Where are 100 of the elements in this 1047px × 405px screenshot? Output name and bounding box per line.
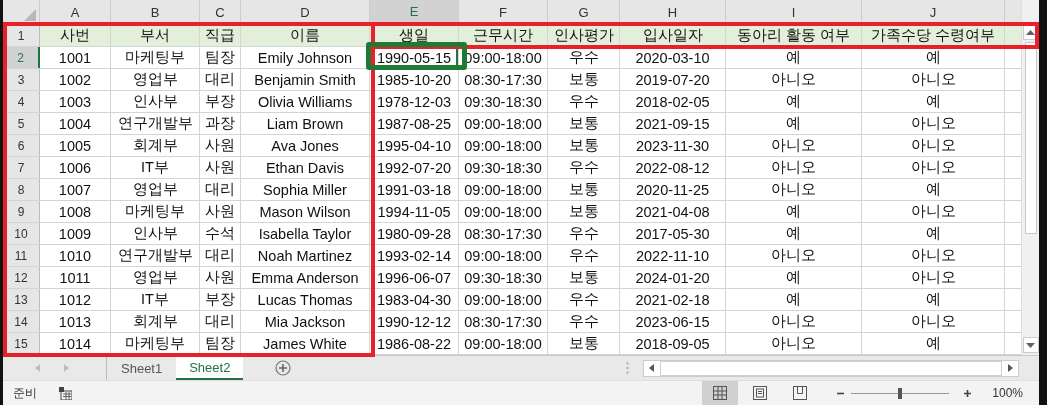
table-cell: 1003 [40, 91, 111, 112]
table-cell: 09:30-18:30 [459, 91, 548, 112]
table-cell: 예 [726, 201, 862, 222]
table-cell: 아니오 [862, 245, 1005, 266]
table-cell: 영업부 [111, 267, 200, 288]
table-cell: 1004 [40, 113, 111, 134]
table-cell: 회계부 [111, 311, 200, 332]
table-cell: 2023-11-30 [620, 135, 726, 156]
table-cell: Lucas Thomas [241, 289, 370, 310]
scroll-left-icon[interactable] [649, 364, 654, 372]
table-cell: Liam Brown [241, 113, 370, 134]
table-cell: 2023-06-15 [620, 311, 726, 332]
table-cell: 팀장 [200, 333, 241, 354]
zoom-in-icon[interactable] [963, 388, 973, 398]
header-cell: 이름 [241, 25, 370, 46]
table-cell: 마케팅부 [111, 201, 200, 222]
column-header[interactable]: J [862, 0, 1005, 24]
zoom-level[interactable]: 100% [992, 386, 1023, 400]
table-cell: 08:30-17:30 [459, 311, 548, 332]
table-cell: 대리 [200, 311, 241, 332]
table-cell: 1011 [40, 267, 111, 288]
table-cell: 영업부 [111, 69, 200, 90]
table-cell: 과장 [200, 113, 241, 134]
scroll-down-button[interactable] [1022, 337, 1039, 353]
table-cell: 사원 [200, 267, 241, 288]
table-cell: 예 [862, 91, 1005, 112]
table-cell: 사원 [200, 157, 241, 178]
table-cell: 1993-02-14 [370, 245, 459, 266]
table-cell: 2021-04-08 [620, 201, 726, 222]
sheet-tab[interactable]: Sheet1 [107, 356, 177, 380]
table-cell: 09:00-18:00 [459, 179, 548, 200]
table-cell: Sophia Miller [241, 179, 370, 200]
table-cell: 보통 [548, 113, 620, 134]
column-header[interactable]: E [370, 0, 459, 24]
table-cell: 보통 [548, 201, 620, 222]
table-cell: 우수 [548, 223, 620, 244]
table-cell: 아니오 [726, 179, 862, 200]
table-cell: 아니오 [862, 267, 1005, 288]
table-cell: 1005 [40, 135, 111, 156]
table-cell: 2018-02-05 [620, 91, 726, 112]
grid-icon [713, 386, 728, 400]
column-header[interactable]: G [548, 0, 620, 24]
table-cell: 보통 [548, 179, 620, 200]
table-cell: 아니오 [726, 157, 862, 178]
table-cell: 1986-08-22 [370, 333, 459, 354]
table-cell: 2021-09-15 [620, 113, 726, 134]
table-cell: 아니오 [726, 69, 862, 90]
table-cell: 보통 [548, 135, 620, 156]
table-cell: Benjamin Smith [241, 69, 370, 90]
scrollbar-thumb[interactable] [1024, 42, 1037, 234]
table-cell: Noah Martinez [241, 245, 370, 266]
table-cell: 예 [862, 47, 1005, 68]
table-cell: 예 [862, 333, 1005, 354]
table-cell: Emma Anderson [241, 267, 370, 288]
table-cell: 마케팅부 [111, 47, 200, 68]
table-cell: 사원 [200, 201, 241, 222]
add-sheet-icon[interactable] [275, 360, 292, 376]
table-cell: 1990-05-15 [370, 47, 459, 68]
column-header[interactable]: A [40, 0, 111, 24]
column-header[interactable]: C [200, 0, 241, 24]
header-cell: 직급 [200, 25, 241, 46]
scroll-right-icon[interactable] [1008, 364, 1013, 372]
column-header[interactable]: B [111, 0, 200, 24]
table-cell: James White [241, 333, 370, 354]
splitter-handle-icon[interactable] [626, 362, 629, 374]
table-cell: 우수 [548, 311, 620, 332]
column-header[interactable]: I [726, 0, 862, 24]
table-cell: 1007 [40, 179, 111, 200]
table-cell: 09:00-18:00 [459, 245, 548, 266]
sheet-tab[interactable]: Sheet2 [176, 356, 244, 380]
triangle-icon [24, 9, 36, 21]
table-cell: 마케팅부 [111, 333, 200, 354]
table-cell: 아니오 [726, 311, 862, 332]
table-cell: Ava Jones [241, 135, 370, 156]
table-cell: Emily Johnson [241, 47, 370, 68]
table-cell: 예 [726, 289, 862, 310]
normal-view-button[interactable] [702, 381, 739, 405]
table-cell: 예 [862, 179, 1005, 200]
table-cell: 대리 [200, 69, 241, 90]
table-cell: 1990-12-12 [370, 311, 459, 332]
table-cell: 보통 [548, 333, 620, 354]
page-break-icon [793, 386, 808, 400]
column-header[interactable]: H [620, 0, 726, 24]
table-cell: 2020-11-25 [620, 179, 726, 200]
table-cell: 1013 [40, 311, 111, 332]
table-cell: 예 [726, 47, 862, 68]
macro-record-icon[interactable] [59, 386, 72, 400]
table-cell: 1978-12-03 [370, 91, 459, 112]
table-cell: 1009 [40, 223, 111, 244]
table-cell: 1008 [40, 201, 111, 222]
table-cell: 우수 [548, 47, 620, 68]
table-cell: 09:00-18:00 [459, 47, 548, 68]
table-cell: 예 [862, 289, 1005, 310]
table-cell: 1010 [40, 245, 111, 266]
header-cell: 인사평가 [548, 25, 620, 46]
table-cell: 09:30-18:30 [459, 267, 548, 288]
header-cell: 동아리 활동 여부 [726, 25, 862, 46]
table-cell: 1014 [40, 333, 111, 354]
column-header[interactable]: F [459, 0, 548, 24]
horizontal-scrollbar[interactable] [643, 359, 1019, 377]
